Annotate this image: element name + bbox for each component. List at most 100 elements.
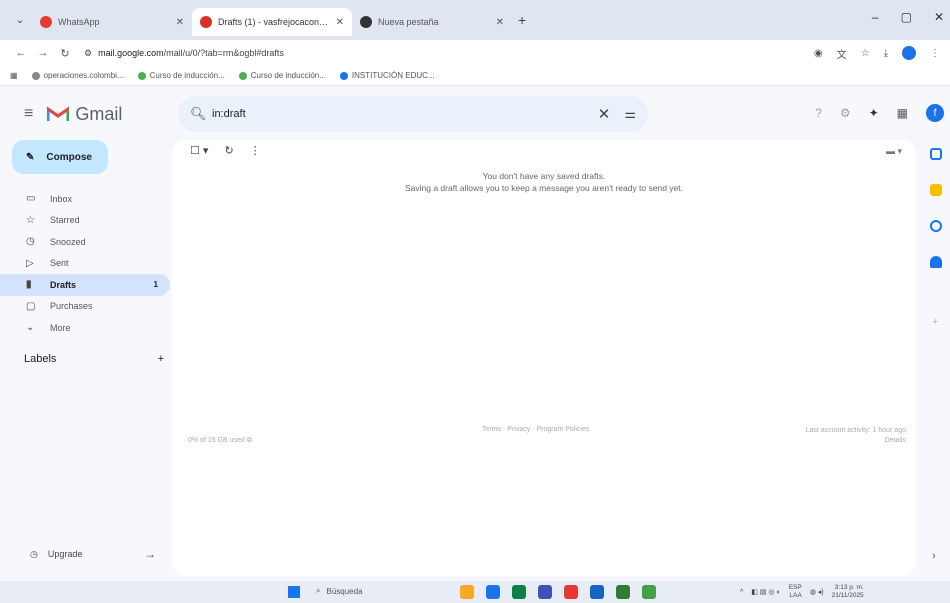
- split-view-toggle-icon[interactable]: ▬ ▾: [886, 146, 902, 157]
- contacts-icon[interactable]: [930, 256, 942, 268]
- compose-button[interactable]: ✎ Compose: [12, 140, 108, 174]
- clock[interactable]: 3:13 p. m. 21/11/2025: [832, 584, 864, 600]
- tab-close-icon[interactable]: ✕: [336, 17, 344, 28]
- taskbar-apps: [460, 585, 656, 599]
- sidebar-item-inbox[interactable]: ▭ Inbox: [0, 188, 170, 210]
- add-addon-icon[interactable]: +: [932, 316, 938, 328]
- bookmark-item[interactable]: Curso de inducción...: [238, 71, 326, 80]
- minimize-icon[interactable]: –: [872, 10, 879, 24]
- send-icon: ▷: [26, 257, 34, 269]
- taskbar-search[interactable]: ⌕ Búsqueda: [316, 586, 363, 596]
- sidebar-item-label: Snoozed: [50, 236, 86, 247]
- search-options-icon[interactable]: ⚌: [624, 106, 636, 122]
- taskbar-app-icon[interactable]: [590, 585, 604, 599]
- close-window-icon[interactable]: ✕: [934, 10, 944, 24]
- search-bar: 🔍︎ ✕ ⚌: [178, 96, 648, 132]
- tab-favicon-icon: [40, 16, 52, 28]
- bookmark-favicon-icon: [31, 71, 40, 80]
- sidebar-item-purchases[interactable]: ▢ Purchases: [0, 296, 170, 318]
- sidebar-item-starred[interactable]: ☆ Starred: [0, 210, 170, 232]
- gmail-logo[interactable]: Gmail: [47, 104, 122, 125]
- taskbar-app-icon[interactable]: [564, 585, 578, 599]
- back-icon[interactable]: ←: [10, 47, 32, 59]
- url-field[interactable]: ⚙ mail.google.com/mail/u/0/?tab=rm&ogbl#…: [84, 48, 814, 59]
- forward-icon[interactable]: →: [32, 47, 54, 59]
- details-link[interactable]: Details: [806, 436, 906, 446]
- sidebar-item-label: More: [50, 322, 71, 333]
- bookmark-item[interactable]: INSTITUCIÓN EDUC...: [339, 71, 435, 80]
- bookmark-favicon-icon: [137, 71, 146, 80]
- external-link-icon[interactable]: ⧉: [247, 437, 252, 444]
- compose-label: Compose: [46, 151, 92, 163]
- taskbar-app-icon[interactable]: [538, 585, 552, 599]
- search-input[interactable]: [212, 108, 598, 120]
- browser-tab[interactable]: Drafts (1) - vasfrejocaconteto ✕: [192, 8, 352, 36]
- bookmark-item[interactable]: operaciones.colombi...: [31, 71, 124, 80]
- tray-chevron-icon[interactable]: ^: [740, 589, 743, 596]
- upgrade-row[interactable]: ◷ Upgrade →: [30, 547, 156, 561]
- empty-line-1: You don't have any saved drafts.: [482, 171, 606, 181]
- taskbar-app-icon[interactable]: [486, 585, 500, 599]
- account-avatar[interactable]: f: [926, 104, 944, 122]
- site-settings-icon[interactable]: ⚙: [84, 48, 92, 59]
- taskbar-search-icon: ⌕: [316, 586, 321, 595]
- browser-menu-icon[interactable]: ⋮: [930, 48, 940, 59]
- tab-close-icon[interactable]: ✕: [496, 17, 504, 28]
- sidebar-item-drafts[interactable]: ▮ Drafts 1: [0, 274, 170, 296]
- arrow-right-icon[interactable]: →: [144, 547, 156, 561]
- bookmark-label: Curso de inducción...: [250, 71, 326, 80]
- tab-search-icon[interactable]: ⌄: [8, 15, 32, 26]
- apps-grid-icon[interactable]: ▦: [10, 71, 18, 80]
- browser-tab-strip: ⌄ WhatsApp ✕ Drafts (1) - vasfrejocacontet…: [0, 0, 950, 40]
- google-apps-icon[interactable]: ▦: [897, 106, 908, 120]
- profile-icon[interactable]: [902, 46, 916, 60]
- empty-line-2: Saving a draft allows you to keep a mess…: [404, 183, 684, 193]
- sidebar-item-snoozed[interactable]: ◷ Snoozed: [0, 231, 170, 253]
- taskbar-app-icon[interactable]: [512, 585, 526, 599]
- show-side-panel-icon[interactable]: ›: [932, 550, 936, 562]
- browser-tab[interactable]: WhatsApp ✕: [32, 8, 192, 36]
- tray-icons[interactable]: ◧ ▤ ◎ ◐: [751, 588, 780, 596]
- footer-links[interactable]: Terms · Privacy · Program Policies: [482, 426, 589, 433]
- reload-icon[interactable]: ↻: [54, 47, 76, 60]
- refresh-icon[interactable]: ↻: [224, 144, 233, 157]
- browser-tab[interactable]: Nueva pestaña ✕: [352, 8, 512, 36]
- new-tab-button[interactable]: +: [518, 12, 526, 28]
- bookmark-star-icon[interactable]: ☆: [861, 48, 870, 59]
- storage-usage[interactable]: 0% of 15 GB used ⧉: [188, 437, 252, 445]
- search-icon[interactable]: 🔍︎: [190, 106, 212, 122]
- calendar-icon[interactable]: [930, 148, 942, 160]
- gmail-m-icon: [47, 106, 70, 121]
- sidebar-item-label: Drafts: [50, 279, 77, 290]
- language-indicator[interactable]: ESP LAA: [789, 584, 802, 600]
- main-menu-icon[interactable]: ≡: [24, 105, 33, 123]
- support-icon[interactable]: ?: [815, 106, 822, 120]
- url-path: /mail/u/0/?tab=rm&ogbl#drafts: [163, 48, 284, 58]
- sidebar-item-label: Purchases: [50, 301, 93, 312]
- lens-icon[interactable]: ◉: [814, 48, 823, 59]
- bookmarks-bar: ▦ operaciones.colombi... Curso de inducci…: [0, 66, 950, 86]
- network-volume-icon[interactable]: ◍ ◂): [810, 588, 824, 596]
- add-label-icon[interactable]: +: [158, 353, 164, 365]
- settings-gear-icon[interactable]: ⚙: [840, 106, 851, 120]
- select-checkbox-icon[interactable]: ☐ ▾: [190, 144, 208, 157]
- taskbar-app-icon[interactable]: [460, 585, 474, 599]
- translate-icon[interactable]: 文: [837, 46, 847, 61]
- sidebar-item-sent[interactable]: ▷ Sent: [0, 253, 170, 275]
- tasks-icon[interactable]: [930, 220, 942, 232]
- maximize-icon[interactable]: ▢: [901, 10, 912, 24]
- clear-search-icon[interactable]: ✕: [598, 105, 611, 123]
- download-icon[interactable]: ⤓: [884, 48, 888, 59]
- taskbar-app-icon[interactable]: [642, 585, 656, 599]
- taskbar-app-icon[interactable]: [616, 585, 630, 599]
- tab-close-icon[interactable]: ✕: [176, 17, 184, 28]
- gemini-sparkle-icon[interactable]: ✦: [869, 106, 879, 120]
- pencil-icon: ✎: [26, 151, 35, 163]
- more-actions-icon[interactable]: ⋮: [250, 144, 261, 157]
- windows-start-icon[interactable]: [288, 586, 300, 598]
- bookmark-item[interactable]: Curso de inducción...: [137, 71, 225, 80]
- sidebar-item-more[interactable]: ⌄ More: [0, 317, 170, 339]
- star-icon: ☆: [26, 214, 35, 226]
- keep-icon[interactable]: [930, 184, 942, 196]
- empty-drafts-message: You don't have any saved drafts. Saving …: [172, 170, 916, 194]
